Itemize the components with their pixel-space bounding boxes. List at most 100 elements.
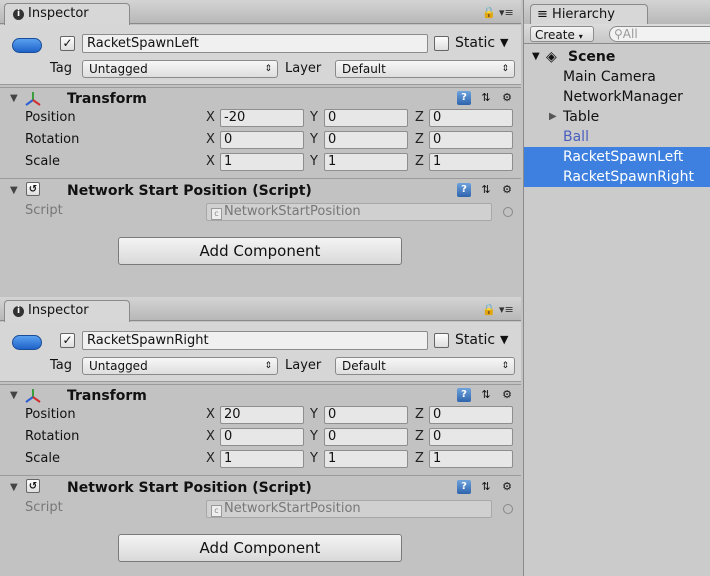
z-axis-label[interactable]: Z bbox=[415, 428, 424, 446]
expand-arrow-icon[interactable]: ▶ bbox=[549, 107, 557, 127]
static-checkbox[interactable] bbox=[434, 36, 449, 51]
scale-x-field[interactable]: 1 bbox=[220, 153, 304, 171]
gear-icon[interactable]: ⚙ bbox=[500, 183, 514, 197]
network-start-position-header[interactable]: ▼ ↺ Network Start Position (Script) ? ⇅ … bbox=[0, 178, 521, 202]
position-x-field[interactable]: -20 bbox=[220, 109, 304, 127]
scene-row[interactable]: ▼ ◈ Scene bbox=[524, 47, 710, 67]
x-axis-label[interactable]: X bbox=[206, 109, 215, 127]
x-axis-label[interactable]: X bbox=[206, 406, 215, 424]
scale-z-field[interactable]: 1 bbox=[429, 450, 513, 468]
network-start-position-title: Network Start Position (Script) bbox=[67, 480, 312, 496]
transform-header[interactable]: ▼ Transform ? ⇅ ⚙ bbox=[0, 384, 521, 408]
network-start-position-header[interactable]: ▼ ↺ Network Start Position (Script) ? ⇅ … bbox=[0, 475, 521, 499]
static-dropdown-icon[interactable]: ▼ bbox=[500, 331, 508, 349]
foldout-icon[interactable]: ▼ bbox=[532, 47, 540, 67]
inspector-tab[interactable]: i Inspector bbox=[4, 300, 130, 322]
z-axis-label[interactable]: Z bbox=[415, 450, 424, 468]
hierarchy-item-main-camera[interactable]: Main Camera bbox=[524, 67, 710, 87]
z-axis-label[interactable]: Z bbox=[415, 131, 424, 149]
static-dropdown-icon[interactable]: ▼ bbox=[500, 34, 508, 52]
y-axis-label[interactable]: Y bbox=[310, 153, 318, 171]
tag-dropdown[interactable]: Untagged ⇕ bbox=[82, 60, 278, 78]
panel-menu-icon[interactable]: ▾≡ bbox=[499, 6, 514, 19]
hierarchy-item-racket-spawn-right[interactable]: RacketSpawnRight bbox=[524, 167, 710, 187]
foldout-icon[interactable]: ▼ bbox=[10, 482, 18, 493]
hierarchy-tab[interactable]: ≡ Hierarchy bbox=[530, 4, 648, 25]
lock-icon[interactable]: 🔒 bbox=[482, 303, 496, 316]
hierarchy-item-ball[interactable]: Ball bbox=[524, 127, 710, 147]
help-icon[interactable]: ? bbox=[457, 480, 471, 494]
help-icon[interactable]: ? bbox=[457, 91, 471, 105]
layer-dropdown[interactable]: Default ⇕ bbox=[335, 60, 515, 78]
foldout-icon[interactable]: ▼ bbox=[10, 185, 18, 196]
rotation-y-field[interactable]: 0 bbox=[324, 428, 408, 446]
rotation-x-field[interactable]: 0 bbox=[220, 428, 304, 446]
rotation-y-field[interactable]: 0 bbox=[324, 131, 408, 149]
rotation-z-field[interactable]: 0 bbox=[429, 131, 513, 149]
rotation-z-field[interactable]: 0 bbox=[429, 428, 513, 446]
static-label: Static bbox=[455, 35, 496, 51]
y-axis-label[interactable]: Y bbox=[310, 450, 318, 468]
scale-z-field[interactable]: 1 bbox=[429, 153, 513, 171]
x-axis-label[interactable]: X bbox=[206, 153, 215, 171]
hierarchy-tabbar: ≡ Hierarchy bbox=[524, 0, 710, 25]
z-axis-label[interactable]: Z bbox=[415, 153, 424, 171]
z-axis-label[interactable]: Z bbox=[415, 109, 424, 127]
y-axis-label[interactable]: Y bbox=[310, 428, 318, 446]
hierarchy-item-table[interactable]: ▶ Table bbox=[524, 107, 710, 127]
gameobject-icon[interactable] bbox=[12, 38, 42, 53]
create-dropdown[interactable]: Create ▾ bbox=[530, 26, 594, 42]
y-axis-label[interactable]: Y bbox=[310, 131, 318, 149]
add-component-button[interactable]: Add Component bbox=[118, 534, 402, 562]
preset-icon[interactable]: ⇅ bbox=[479, 183, 493, 197]
hierarchy-item-racket-spawn-left[interactable]: RacketSpawnLeft bbox=[524, 147, 710, 167]
position-y-field[interactable]: 0 bbox=[324, 406, 408, 424]
transform-header[interactable]: ▼ Transform ? ⇅ ⚙ bbox=[0, 87, 521, 111]
hierarchy-search-input[interactable]: ⚲All bbox=[609, 26, 710, 42]
z-axis-label[interactable]: Z bbox=[415, 406, 424, 424]
position-y-field[interactable]: 0 bbox=[324, 109, 408, 127]
active-checkbox[interactable]: ✓ bbox=[60, 333, 75, 348]
active-checkbox[interactable]: ✓ bbox=[60, 36, 75, 51]
inspector-tab-label: Inspector bbox=[28, 6, 89, 21]
preset-icon[interactable]: ⇅ bbox=[479, 91, 493, 105]
hierarchy-item-network-manager[interactable]: NetworkManager bbox=[524, 87, 710, 107]
foldout-icon[interactable]: ▼ bbox=[10, 390, 18, 401]
gear-icon[interactable]: ⚙ bbox=[500, 388, 514, 402]
foldout-icon[interactable]: ▼ bbox=[10, 93, 18, 104]
position-z-field[interactable]: 0 bbox=[429, 109, 513, 127]
rotation-x-field[interactable]: 0 bbox=[220, 131, 304, 149]
gear-icon[interactable]: ⚙ bbox=[500, 480, 514, 494]
help-icon[interactable]: ? bbox=[457, 183, 471, 197]
panel-menu-icon[interactable]: ▾≡ bbox=[499, 303, 514, 316]
scale-x-field[interactable]: 1 bbox=[220, 450, 304, 468]
hierarchy-item-label: RacketSpawnLeft bbox=[563, 149, 684, 165]
scale-y-field[interactable]: 1 bbox=[324, 153, 408, 171]
object-name-field[interactable]: RacketSpawnLeft bbox=[82, 34, 428, 53]
gear-icon[interactable]: ⚙ bbox=[500, 91, 514, 105]
x-axis-label[interactable]: X bbox=[206, 131, 215, 149]
object-name-field[interactable]: RacketSpawnRight bbox=[82, 331, 428, 350]
preset-icon[interactable]: ⇅ bbox=[479, 388, 493, 402]
scale-y-field[interactable]: 1 bbox=[324, 450, 408, 468]
y-axis-label[interactable]: Y bbox=[310, 406, 318, 424]
add-component-button[interactable]: Add Component bbox=[118, 237, 402, 265]
tag-dropdown[interactable]: Untagged ⇕ bbox=[82, 357, 278, 375]
updown-icon: ⇕ bbox=[264, 361, 272, 371]
x-axis-label[interactable]: X bbox=[206, 450, 215, 468]
static-checkbox[interactable] bbox=[434, 333, 449, 348]
gameobject-icon[interactable] bbox=[12, 335, 42, 350]
position-x-field[interactable]: 20 bbox=[220, 406, 304, 424]
lock-icon[interactable]: 🔒 bbox=[482, 6, 496, 19]
inspector-tab[interactable]: i Inspector bbox=[4, 3, 130, 25]
script-icon: ↺ bbox=[26, 479, 40, 493]
position-z-field[interactable]: 0 bbox=[429, 406, 513, 424]
object-picker-icon[interactable] bbox=[503, 504, 513, 514]
layer-dropdown[interactable]: Default ⇕ bbox=[335, 357, 515, 375]
x-axis-label[interactable]: X bbox=[206, 428, 215, 446]
y-axis-label[interactable]: Y bbox=[310, 109, 318, 127]
object-picker-icon[interactable] bbox=[503, 207, 513, 217]
help-icon[interactable]: ? bbox=[457, 388, 471, 402]
script-field: c NetworkStartPosition bbox=[206, 500, 492, 518]
preset-icon[interactable]: ⇅ bbox=[479, 480, 493, 494]
